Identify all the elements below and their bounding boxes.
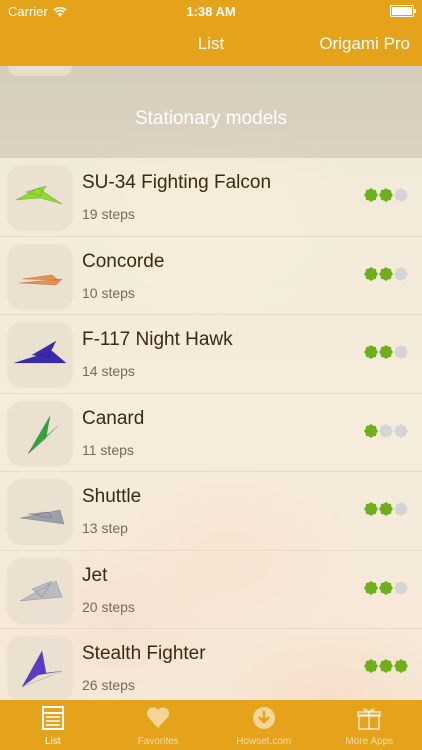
plane-icon (19, 579, 63, 601)
difficulty-rating (364, 345, 408, 359)
difficulty-dot-filled (379, 345, 393, 359)
list-icon (41, 706, 64, 730)
plane-icon (21, 650, 63, 688)
list-item[interactable]: F-117 Night Hawk 14 steps (0, 315, 422, 394)
plane-icon (15, 185, 63, 205)
difficulty-dot-filled (379, 266, 393, 281)
model-steps: 13 step (82, 520, 128, 536)
model-thumbnail (8, 244, 72, 309)
plane-icon (13, 340, 67, 364)
model-thumbnail (8, 480, 72, 544)
tab-label: Favorites (137, 736, 179, 747)
difficulty-dot-filled (364, 580, 378, 595)
status-bar: Carrier 1:38 AM (0, 0, 422, 22)
model-thumbnail (8, 323, 72, 387)
battery-level (392, 7, 412, 15)
model-thumbnail (8, 558, 72, 623)
previous-item-thumbnail (8, 66, 72, 76)
model-steps: 11 steps (82, 441, 134, 458)
model-steps: 26 steps (82, 677, 135, 693)
tab-label: List (44, 736, 61, 747)
list-item[interactable]: Jet 20 steps (0, 550, 422, 629)
model-thumbnail (8, 637, 72, 701)
section-header: Stationary models (0, 66, 422, 158)
status-time: 1:38 AM (186, 4, 236, 19)
model-steps: 10 steps (82, 284, 135, 301)
difficulty-rating (364, 659, 408, 673)
difficulty-dot-empty (394, 423, 408, 438)
difficulty-dot-empty (394, 580, 408, 595)
difficulty-dot-empty (394, 345, 408, 359)
list-item[interactable]: SU-34 Fighting Falcon 19 steps (0, 158, 422, 237)
model-title: Shuttle (82, 486, 142, 507)
tab-download[interactable]: Howset.com (211, 700, 317, 750)
tab-label: Howset.com (236, 736, 292, 747)
list-item[interactable]: Stealth Fighter 26 steps (0, 629, 422, 708)
plane-icon (27, 415, 59, 454)
gift-icon (357, 708, 382, 730)
download-icon (252, 707, 275, 729)
difficulty-dot-filled (364, 502, 378, 516)
model-thumbnail (8, 401, 72, 466)
difficulty-dot-empty (379, 423, 393, 438)
section-title: Stationary models (134, 108, 288, 129)
model-list: SU-34 Fighting Falcon 19 steps Concorde 10 … (0, 158, 422, 708)
navigation-bar: List Origami Pro (0, 22, 422, 66)
origami-pro-button[interactable]: Origami Pro (319, 34, 410, 54)
list-item[interactable]: Canard 11 steps (0, 393, 422, 472)
plane-icon (17, 274, 63, 285)
difficulty-dot-filled (379, 580, 393, 595)
difficulty-dot-filled (379, 659, 393, 673)
difficulty-dot-filled (364, 659, 378, 673)
model-title: Stealth Fighter (82, 643, 206, 664)
plane-icon (19, 509, 65, 525)
difficulty-rating (364, 188, 408, 202)
difficulty-dot-empty (394, 502, 408, 516)
heart-icon (147, 707, 170, 728)
difficulty-dot-empty (394, 188, 408, 202)
list-item[interactable]: Concorde 10 steps (0, 236, 422, 315)
model-steps: 14 steps (82, 363, 135, 379)
model-steps: 19 steps (82, 206, 135, 222)
difficulty-rating (364, 423, 408, 438)
model-steps: 20 steps (82, 598, 135, 615)
difficulty-dot-filled (379, 502, 393, 516)
model-title: Concorde (82, 250, 165, 272)
difficulty-dot-filled (364, 423, 378, 438)
difficulty-dot-filled (364, 266, 378, 281)
difficulty-rating (364, 580, 408, 595)
difficulty-rating (364, 502, 408, 516)
difficulty-dot-filled (379, 188, 393, 202)
list-item[interactable]: Shuttle 13 step (0, 472, 422, 551)
tab-gift[interactable]: More Apps (317, 700, 422, 750)
difficulty-dot-filled (364, 345, 378, 359)
model-title: SU-34 Fighting Falcon (82, 172, 272, 193)
tab-list[interactable]: List (0, 700, 106, 750)
difficulty-dot-filled (394, 659, 408, 673)
difficulty-dot-empty (394, 266, 408, 281)
tab-label: More Apps (345, 736, 394, 747)
battery-icon (390, 5, 416, 17)
model-title: Jet (82, 564, 108, 586)
model-title: F-117 Night Hawk (82, 329, 233, 350)
tab-bar: List Favorites Howset.com More Apps (0, 700, 422, 750)
difficulty-rating (364, 266, 408, 281)
tab-heart[interactable]: Favorites (106, 700, 212, 750)
model-title: Canard (82, 407, 145, 429)
difficulty-dot-filled (364, 188, 378, 202)
model-thumbnail (8, 166, 72, 230)
